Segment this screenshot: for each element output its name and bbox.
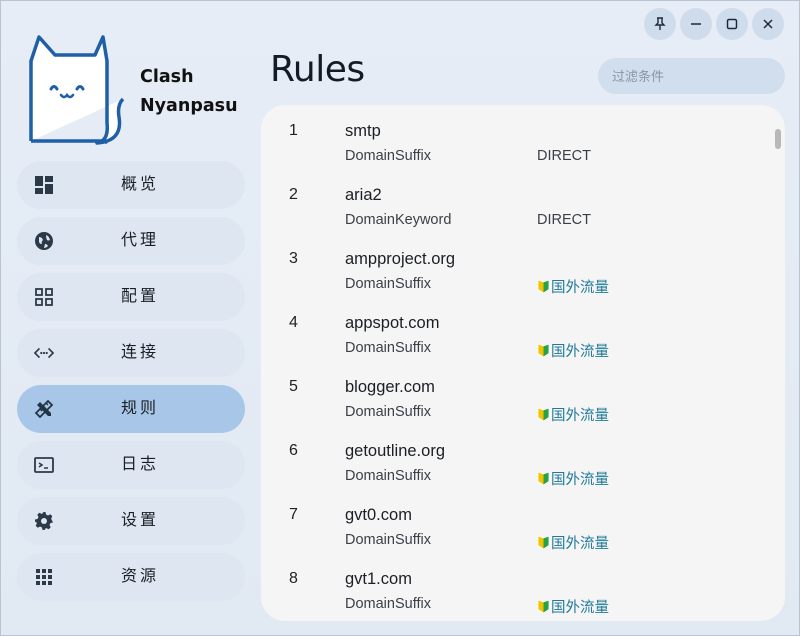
rule-index: 5 <box>289 378 298 395</box>
sidebar-item-label: 设置 <box>121 512 160 529</box>
sidebar-item-label: 日志 <box>121 456 160 473</box>
page-title: Rules <box>270 49 365 90</box>
minimize-icon <box>691 23 701 25</box>
minimize-button[interactable] <box>680 8 712 40</box>
rule-proxy-label: 国外流量 <box>551 408 609 424</box>
cat-logo-icon <box>29 35 125 145</box>
rule-proxy-label: 国外流量 <box>551 344 609 360</box>
sidebar-item-label: 规则 <box>121 400 160 417</box>
rule-index: 7 <box>289 506 298 523</box>
beginner-mark-icon <box>537 599 550 614</box>
rule-type: DomainSuffix <box>345 148 431 164</box>
pin-icon <box>654 17 666 30</box>
sidebar-item-label: 代理 <box>121 232 160 249</box>
rule-proxy: 国外流量 <box>537 276 609 297</box>
rule-proxy: DIRECT <box>537 212 591 228</box>
filter-input[interactable] <box>598 58 785 94</box>
rule-index: 4 <box>289 314 298 331</box>
sidebar-item-rules[interactable]: 规则 <box>17 385 245 433</box>
rule-payload: aria2 <box>345 186 382 204</box>
rules-list: 1 smtp DomainSuffix DIRECT 2 aria2 DomainKeywo… <box>261 105 785 621</box>
rule-type: DomainKeyword <box>345 212 452 228</box>
rule-payload: getoutline.org <box>345 442 445 460</box>
sidebar-item-settings[interactable]: 设置 <box>17 497 245 545</box>
rule-row[interactable]: 7 gvt0.com DomainSuffix 国外流量 <box>261 494 771 558</box>
sidebar-item-connections[interactable]: 连接 <box>17 329 245 377</box>
rule-row[interactable]: 3 ampproject.org DomainSuffix 国外流量 <box>261 238 771 302</box>
rule-row[interactable]: 6 getoutline.org DomainSuffix 国外流量 <box>261 430 771 494</box>
rule-proxy-label: 国外流量 <box>551 536 609 552</box>
beginner-mark-icon <box>537 343 550 358</box>
rule-index: 6 <box>289 442 298 459</box>
rule-proxy: DIRECT <box>537 148 591 164</box>
rule-proxy-label: 国外流量 <box>551 280 609 296</box>
rule-index: 2 <box>289 186 298 203</box>
rule-row[interactable]: 5 blogger.com DomainSuffix 国外流量 <box>261 366 771 430</box>
beginner-mark-icon <box>537 471 550 486</box>
pin-button[interactable] <box>644 8 676 40</box>
app-window: Clash Nyanpasu 概览 代理 配置 连接 规则 日志 设置 资源 R… <box>0 0 800 636</box>
sidebar-item-proxy[interactable]: 代理 <box>17 217 245 265</box>
rule-payload: appspot.com <box>345 314 440 332</box>
rule-payload: gvt1.com <box>345 570 412 588</box>
sidebar-item-label: 资源 <box>121 568 160 585</box>
rule-row[interactable]: 4 appspot.com DomainSuffix 国外流量 <box>261 302 771 366</box>
sidebar-item-label: 连接 <box>121 344 160 361</box>
rule-index: 1 <box>289 122 298 139</box>
globe-icon <box>34 231 54 251</box>
dashboard-icon <box>34 175 54 195</box>
rule-type: DomainSuffix <box>345 404 431 420</box>
rule-proxy-label: 国外流量 <box>551 472 609 488</box>
ruler-pencil-icon <box>34 399 54 419</box>
beginner-mark-icon <box>537 535 550 550</box>
sidebar: Clash Nyanpasu 概览 代理 配置 连接 规则 日志 设置 资源 <box>1 1 261 636</box>
rule-row[interactable]: 2 aria2 DomainKeyword DIRECT <box>261 174 771 238</box>
close-icon <box>763 19 773 29</box>
rule-proxy-label: DIRECT <box>537 212 591 228</box>
grid-icon <box>34 287 54 307</box>
sidebar-nav: 概览 代理 配置 连接 规则 日志 设置 资源 <box>17 161 245 609</box>
rule-payload: blogger.com <box>345 378 435 396</box>
sidebar-item-logs[interactable]: 日志 <box>17 441 245 489</box>
sidebar-item-label: 概览 <box>121 176 160 193</box>
window-controls <box>644 8 784 40</box>
rule-type: DomainSuffix <box>345 596 431 612</box>
terminal-icon <box>34 455 54 475</box>
rule-payload: gvt0.com <box>345 506 412 524</box>
apps-icon <box>34 567 54 587</box>
rule-type: DomainSuffix <box>345 532 431 548</box>
sidebar-item-profiles[interactable]: 配置 <box>17 273 245 321</box>
rule-proxy-label: 国外流量 <box>551 600 609 616</box>
rule-proxy: 国外流量 <box>537 596 609 617</box>
sidebar-item-label: 配置 <box>121 288 160 305</box>
maximize-icon <box>726 18 738 30</box>
rule-type: DomainSuffix <box>345 340 431 356</box>
app-name-line2: Nyanpasu <box>140 96 238 116</box>
app-name-line1: Clash <box>140 67 194 87</box>
rule-row[interactable]: 1 smtp DomainSuffix DIRECT <box>261 110 771 174</box>
maximize-button[interactable] <box>716 8 748 40</box>
beginner-mark-icon <box>537 407 550 422</box>
rule-proxy: 国外流量 <box>537 404 609 425</box>
rule-payload: ampproject.org <box>345 250 456 268</box>
rule-proxy: 国外流量 <box>537 532 609 553</box>
rule-payload: smtp <box>345 122 381 140</box>
rule-proxy-label: DIRECT <box>537 148 591 164</box>
gear-icon <box>34 511 54 531</box>
sidebar-item-resources[interactable]: 资源 <box>17 553 245 601</box>
rule-index: 8 <box>289 570 298 587</box>
close-button[interactable] <box>752 8 784 40</box>
rule-type: DomainSuffix <box>345 276 431 292</box>
rule-index: 3 <box>289 250 298 267</box>
rule-type: DomainSuffix <box>345 468 431 484</box>
rule-row[interactable]: 8 gvt1.com DomainSuffix 国外流量 <box>261 558 771 621</box>
connections-icon <box>34 343 54 363</box>
rule-proxy: 国外流量 <box>537 468 609 489</box>
rule-proxy: 国外流量 <box>537 340 609 361</box>
scrollbar[interactable] <box>775 129 781 149</box>
beginner-mark-icon <box>537 279 550 294</box>
app-name: Clash Nyanpasu <box>140 63 238 121</box>
sidebar-item-overview[interactable]: 概览 <box>17 161 245 209</box>
